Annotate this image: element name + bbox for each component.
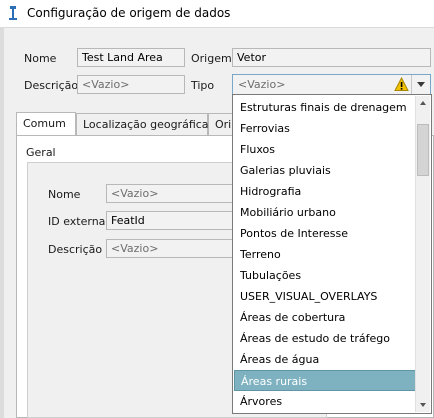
origem-field[interactable]: Vetor [232, 48, 431, 67]
geral-descricao-label: Descrição [48, 243, 103, 256]
dropdown-item[interactable]: Terreno [234, 244, 417, 265]
id-externa-field[interactable]: FeatId [106, 211, 246, 230]
dropdown-item[interactable]: Mobiliário urbano [234, 202, 417, 223]
tab-label: Localização geográfica [83, 118, 209, 131]
tipo-label: Tipo [191, 79, 215, 92]
dropdown-item[interactable]: USER_VISUAL_OVERLAYS [234, 286, 417, 307]
geral-descricao-field[interactable]: <Vazio> [106, 239, 246, 258]
warning-icon [394, 77, 409, 91]
geral-nome-field[interactable]: <Vazio> [106, 184, 246, 203]
geral-nome-label: Nome [48, 188, 81, 201]
scroll-down-button[interactable] [416, 398, 430, 412]
tab-comum[interactable]: Comum [16, 112, 76, 135]
dropdown-item[interactable]: Áreas de estudo de tráfego [234, 328, 417, 349]
tipo-combobox-value: <Vazio> [238, 78, 286, 91]
descricao-field[interactable]: <Vazio> [77, 75, 185, 94]
nome-label: Nome [24, 52, 57, 65]
window-title: Configuração de origem de dados [27, 6, 231, 20]
descricao-label: Descrição [24, 79, 79, 92]
tipo-dropdown-button[interactable] [411, 75, 430, 94]
dropdown-item[interactable]: Áreas de cobertura [234, 307, 417, 328]
id-externa-label: ID externa [48, 215, 106, 228]
scroll-thumb[interactable] [417, 124, 429, 176]
chevron-up-icon [420, 101, 426, 105]
tab-label: Comum [23, 117, 66, 130]
window-frame [0, 27, 4, 418]
dropdown-item[interactable]: Árvores [234, 391, 417, 412]
app-icon [9, 6, 17, 20]
chevron-down-icon [417, 82, 425, 87]
origem-label: Origem [191, 52, 232, 65]
chevron-down-icon [420, 403, 426, 407]
title-bar: Configuração de origem de dados [0, 0, 434, 28]
tab-label: Ori [215, 118, 232, 131]
nome-field[interactable]: Test Land Area [77, 48, 185, 67]
dropdown-item[interactable]: Fluxos [234, 139, 417, 160]
group-title-geral: Geral [26, 146, 56, 159]
dropdown-scrollbar[interactable] [415, 96, 430, 412]
dropdown-item[interactable]: Estruturas finais de drenagem [234, 97, 417, 118]
dropdown-item[interactable]: Pontos de Interesse [234, 223, 417, 244]
tab-localizacao-geografica[interactable]: Localização geográfica [76, 113, 209, 135]
dropdown-item[interactable]: Hidrografia [234, 181, 417, 202]
tipo-dropdown-list[interactable]: Estruturas finais de drenagem Ferrovias … [232, 94, 432, 414]
dropdown-item[interactable]: Tubulações [234, 265, 417, 286]
dropdown-item[interactable]: Ferrovias [234, 118, 417, 139]
dropdown-item[interactable]: Áreas de água [234, 349, 417, 370]
dropdown-item-selected[interactable]: Áreas rurais [234, 370, 417, 391]
scroll-up-button[interactable] [416, 96, 430, 110]
dropdown-item[interactable]: Galerias pluviais [234, 160, 417, 181]
tipo-combobox[interactable]: <Vazio> [232, 74, 431, 95]
